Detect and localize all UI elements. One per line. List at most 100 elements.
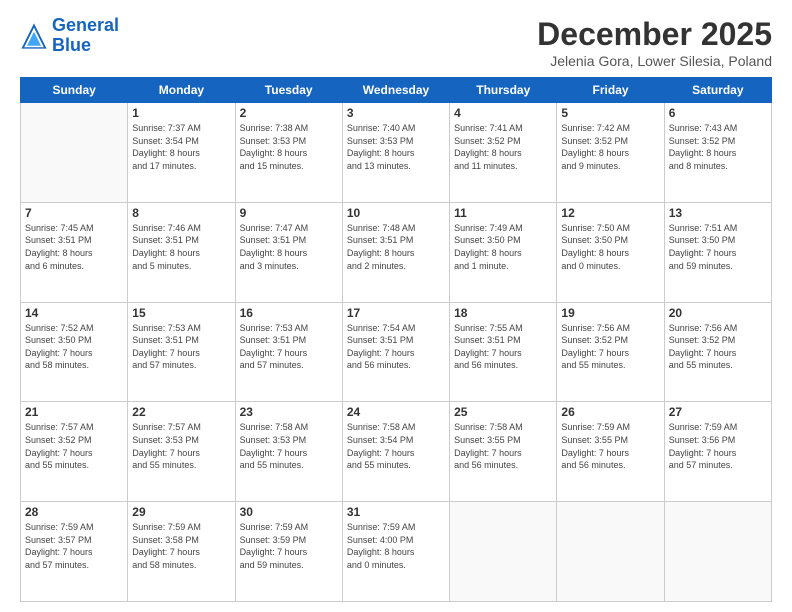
table-row: 25 Sunrise: 7:58 AM Sunset: 3:55 PM Dayli… (450, 402, 557, 502)
day-info: Sunrise: 7:50 AM Sunset: 3:50 PM Dayligh… (561, 222, 659, 272)
table-row: 24Sunrise: 7:58 AM Sunset: 3:54 PM Dayli… (342, 402, 449, 502)
col-friday: Friday (557, 78, 664, 103)
day-number: 8 (132, 206, 230, 220)
day-info: Sunrise: 7:56 AM Sunset: 3:52 PM Dayligh… (561, 322, 659, 372)
table-row: 13 Sunrise: 7:51 AM Sunset: 3:50 PM Dayli… (664, 202, 771, 302)
calendar-week-5: 28 Sunrise: 7:59 AM Sunset: 3:57 PM Dayli… (21, 502, 772, 602)
table-row: 10 Sunrise: 7:48 AM Sunset: 3:51 PM Dayli… (342, 202, 449, 302)
calendar-header-row: Sunday Monday Tuesday Wednesday Thursday… (21, 78, 772, 103)
day-number: 23 (240, 405, 338, 419)
col-saturday: Saturday (664, 78, 771, 103)
table-row: 18Sunrise: 7:55 AM Sunset: 3:51 PM Dayli… (450, 302, 557, 402)
table-row: 26 Sunrise: 7:59 AM Sunset: 3:55 PM Dayli… (557, 402, 664, 502)
col-sunday: Sunday (21, 78, 128, 103)
day-info: Sunrise: 7:51 AM Sunset: 3:50 PM Dayligh… (669, 222, 767, 272)
title-block: December 2025 Jelenia Gora, Lower Silesi… (537, 16, 772, 69)
day-info: Sunrise: 7:58 AM Sunset: 3:55 PM Dayligh… (454, 421, 552, 471)
day-info: Sunrise: 7:58 AM Sunset: 3:54 PM Dayligh… (347, 421, 445, 471)
col-monday: Monday (128, 78, 235, 103)
day-number: 20 (669, 306, 767, 320)
day-number: 25 (454, 405, 552, 419)
day-info: Sunrise: 7:46 AM Sunset: 3:51 PM Dayligh… (132, 222, 230, 272)
day-number: 30 (240, 505, 338, 519)
table-row: 4Sunrise: 7:41 AM Sunset: 3:52 PM Daylig… (450, 103, 557, 203)
table-row: 6 Sunrise: 7:43 AM Sunset: 3:52 PM Daylig… (664, 103, 771, 203)
day-info: Sunrise: 7:47 AM Sunset: 3:51 PM Dayligh… (240, 222, 338, 272)
table-row: 31 Sunrise: 7:59 AM Sunset: 4:00 PM Dayli… (342, 502, 449, 602)
logo: General Blue (20, 16, 119, 56)
day-info: Sunrise: 7:53 AM Sunset: 3:51 PM Dayligh… (240, 322, 338, 372)
day-number: 7 (25, 206, 123, 220)
day-number: 5 (561, 106, 659, 120)
table-row: 9 Sunrise: 7:47 AM Sunset: 3:51 PM Daylig… (235, 202, 342, 302)
day-info: Sunrise: 7:55 AM Sunset: 3:51 PM Dayligh… (454, 322, 552, 372)
day-info: Sunrise: 7:57 AM Sunset: 3:53 PM Dayligh… (132, 421, 230, 471)
day-info: Sunrise: 7:59 AM Sunset: 3:56 PM Dayligh… (669, 421, 767, 471)
day-number: 13 (669, 206, 767, 220)
col-thursday: Thursday (450, 78, 557, 103)
table-row: 1Sunrise: 7:37 AM Sunset: 3:54 PM Daylig… (128, 103, 235, 203)
day-number: 1 (132, 106, 230, 120)
day-number: 16 (240, 306, 338, 320)
table-row: 21 Sunrise: 7:57 AM Sunset: 3:52 PM Dayli… (21, 402, 128, 502)
day-number: 17 (347, 306, 445, 320)
day-info: Sunrise: 7:40 AM Sunset: 3:53 PM Dayligh… (347, 122, 445, 172)
day-info: Sunrise: 7:45 AM Sunset: 3:51 PM Dayligh… (25, 222, 123, 272)
day-info: Sunrise: 7:57 AM Sunset: 3:52 PM Dayligh… (25, 421, 123, 471)
table-row: 22Sunrise: 7:57 AM Sunset: 3:53 PM Dayli… (128, 402, 235, 502)
col-wednesday: Wednesday (342, 78, 449, 103)
table-row: 2Sunrise: 7:38 AM Sunset: 3:53 PM Daylig… (235, 103, 342, 203)
page: General Blue December 2025 Jelenia Gora,… (0, 0, 792, 612)
day-number: 27 (669, 405, 767, 419)
day-info: Sunrise: 7:43 AM Sunset: 3:52 PM Dayligh… (669, 122, 767, 172)
day-number: 9 (240, 206, 338, 220)
calendar-week-3: 14Sunrise: 7:52 AM Sunset: 3:50 PM Dayli… (21, 302, 772, 402)
day-info: Sunrise: 7:54 AM Sunset: 3:51 PM Dayligh… (347, 322, 445, 372)
day-number: 26 (561, 405, 659, 419)
day-number: 10 (347, 206, 445, 220)
month-title: December 2025 (537, 16, 772, 53)
day-number: 6 (669, 106, 767, 120)
table-row: 27 Sunrise: 7:59 AM Sunset: 3:56 PM Dayli… (664, 402, 771, 502)
table-row: 29 Sunrise: 7:59 AM Sunset: 3:58 PM Dayli… (128, 502, 235, 602)
table-row: 28 Sunrise: 7:59 AM Sunset: 3:57 PM Dayli… (21, 502, 128, 602)
calendar-week-2: 7 Sunrise: 7:45 AM Sunset: 3:51 PM Daylig… (21, 202, 772, 302)
col-tuesday: Tuesday (235, 78, 342, 103)
table-row: 3 Sunrise: 7:40 AM Sunset: 3:53 PM Daylig… (342, 103, 449, 203)
day-info: Sunrise: 7:59 AM Sunset: 3:57 PM Dayligh… (25, 521, 123, 571)
table-row: 15Sunrise: 7:53 AM Sunset: 3:51 PM Dayli… (128, 302, 235, 402)
day-number: 29 (132, 505, 230, 519)
day-number: 21 (25, 405, 123, 419)
table-row: 7 Sunrise: 7:45 AM Sunset: 3:51 PM Daylig… (21, 202, 128, 302)
table-row: 17 Sunrise: 7:54 AM Sunset: 3:51 PM Dayli… (342, 302, 449, 402)
day-info: Sunrise: 7:59 AM Sunset: 3:59 PM Dayligh… (240, 521, 338, 571)
day-info: Sunrise: 7:59 AM Sunset: 3:55 PM Dayligh… (561, 421, 659, 471)
header: General Blue December 2025 Jelenia Gora,… (20, 16, 772, 69)
day-info: Sunrise: 7:42 AM Sunset: 3:52 PM Dayligh… (561, 122, 659, 172)
table-row (450, 502, 557, 602)
day-number: 28 (25, 505, 123, 519)
table-row (21, 103, 128, 203)
day-info: Sunrise: 7:59 AM Sunset: 4:00 PM Dayligh… (347, 521, 445, 571)
day-info: Sunrise: 7:58 AM Sunset: 3:53 PM Dayligh… (240, 421, 338, 471)
table-row: 8 Sunrise: 7:46 AM Sunset: 3:51 PM Daylig… (128, 202, 235, 302)
table-row: 16 Sunrise: 7:53 AM Sunset: 3:51 PM Dayli… (235, 302, 342, 402)
day-number: 12 (561, 206, 659, 220)
logo-icon (20, 22, 48, 50)
day-number: 2 (240, 106, 338, 120)
location: Jelenia Gora, Lower Silesia, Poland (537, 53, 772, 69)
table-row: 30 Sunrise: 7:59 AM Sunset: 3:59 PM Dayli… (235, 502, 342, 602)
day-number: 11 (454, 206, 552, 220)
table-row: 19Sunrise: 7:56 AM Sunset: 3:52 PM Dayli… (557, 302, 664, 402)
table-row: 23 Sunrise: 7:58 AM Sunset: 3:53 PM Dayli… (235, 402, 342, 502)
day-number: 14 (25, 306, 123, 320)
day-number: 4 (454, 106, 552, 120)
table-row: 14Sunrise: 7:52 AM Sunset: 3:50 PM Dayli… (21, 302, 128, 402)
table-row: 12 Sunrise: 7:50 AM Sunset: 3:50 PM Dayli… (557, 202, 664, 302)
day-number: 31 (347, 505, 445, 519)
day-info: Sunrise: 7:56 AM Sunset: 3:52 PM Dayligh… (669, 322, 767, 372)
day-number: 3 (347, 106, 445, 120)
day-info: Sunrise: 7:59 AM Sunset: 3:58 PM Dayligh… (132, 521, 230, 571)
calendar-week-4: 21 Sunrise: 7:57 AM Sunset: 3:52 PM Dayli… (21, 402, 772, 502)
day-info: Sunrise: 7:48 AM Sunset: 3:51 PM Dayligh… (347, 222, 445, 272)
